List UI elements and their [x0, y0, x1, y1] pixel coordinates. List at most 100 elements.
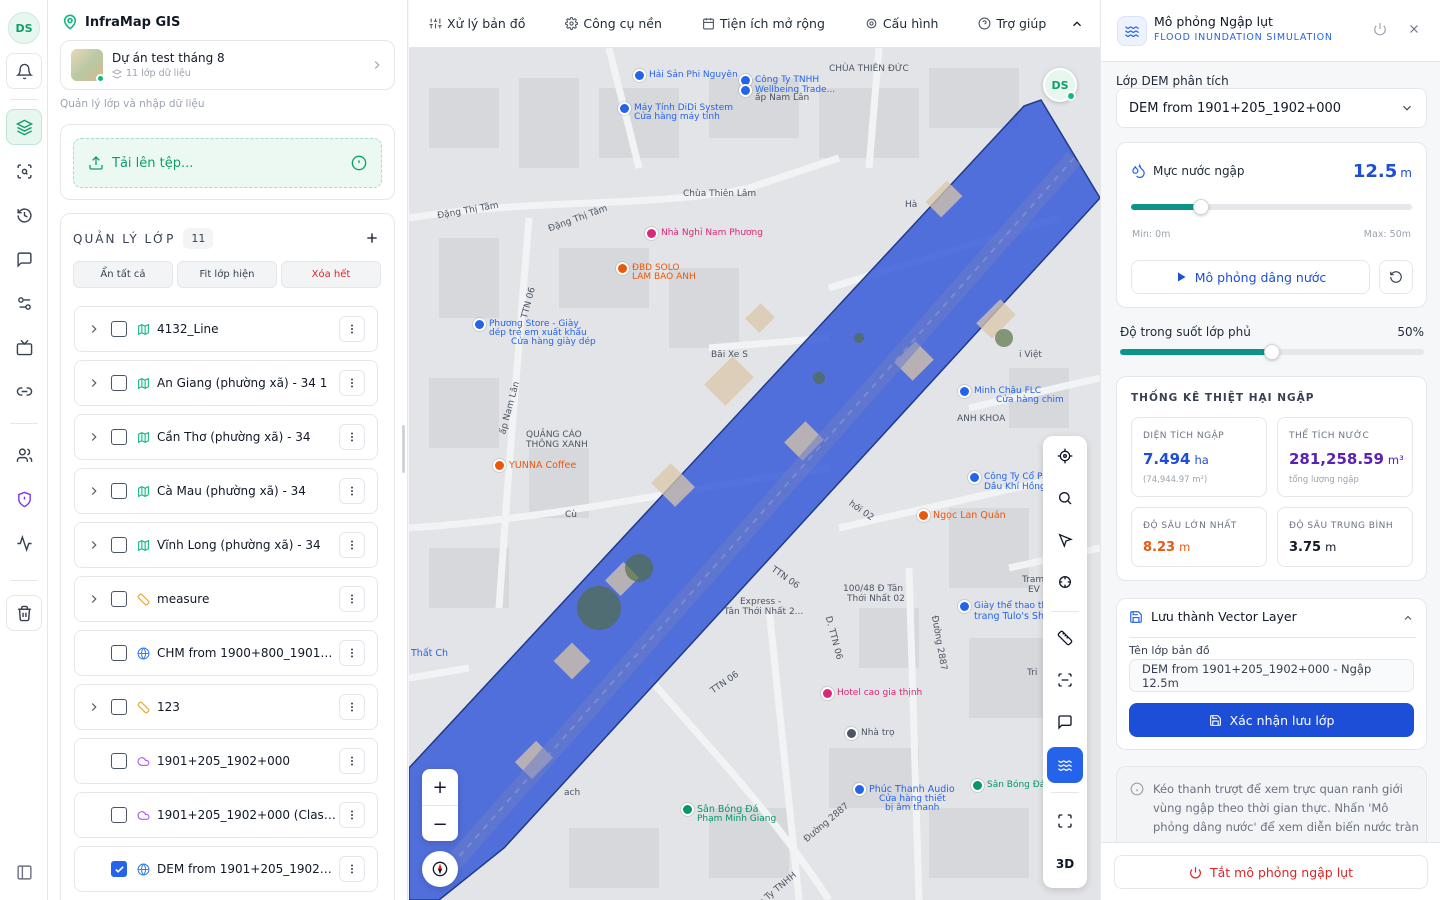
power-icon[interactable]	[1373, 22, 1387, 36]
map-place-label[interactable]: Công Ty Cổ P	[984, 472, 1042, 482]
layer-visibility-checkbox[interactable]	[111, 537, 127, 553]
map-place-label[interactable]: Cửa hàng giày dép	[511, 337, 596, 347]
chevron-up-icon[interactable]	[1070, 17, 1084, 31]
map-poi-marker-icon[interactable]	[473, 318, 486, 331]
map-poi-marker-icon[interactable]	[958, 385, 971, 398]
layer-row[interactable]: CHM from 1900+800_1901+205	[74, 630, 378, 676]
map-poi-marker-icon[interactable]	[739, 84, 752, 97]
layer-row[interactable]: 1901+205_1902+000	[74, 738, 378, 784]
user-avatar[interactable]: DS	[8, 12, 40, 44]
map-poi-marker-icon[interactable]	[853, 783, 866, 796]
fullscreen-icon[interactable]	[1047, 803, 1083, 839]
settings-sliders-icon[interactable]	[6, 285, 42, 321]
confirm-save-layer-button[interactable]: Xác nhận lưu lớp	[1129, 703, 1414, 737]
users-icon[interactable]	[6, 437, 42, 473]
map-place-label[interactable]: Cửa hàng chim	[996, 395, 1064, 405]
map-place-label[interactable]: i Việt	[1019, 350, 1042, 360]
map-place-label[interactable]: Tân Thới Nhất 2...	[724, 607, 803, 617]
opacity-slider[interactable]	[1120, 344, 1424, 360]
map-place-label[interactable]: Chùa Thiên Lâm	[683, 189, 756, 199]
locate-icon[interactable]	[1047, 438, 1083, 474]
upload-file-button[interactable]: Tải lên tệp...	[73, 138, 382, 188]
map-poi-marker-icon[interactable]	[681, 803, 694, 816]
reset-icon[interactable]	[1379, 260, 1413, 294]
map-place-label[interactable]: Phạm Minh Giang	[697, 814, 776, 824]
flood-waves-icon[interactable]	[1047, 747, 1083, 783]
map-poi-marker-icon[interactable]	[493, 459, 506, 472]
map-place-label[interactable]: Hải Sản Phi Nguyên	[649, 70, 738, 80]
map-poi-marker-icon[interactable]	[616, 262, 629, 275]
map-place-label[interactable]: ach	[564, 788, 580, 798]
zoom-out-button[interactable]: −	[422, 806, 458, 842]
map-place-label[interactable]: YUNNA Coffee	[509, 460, 576, 471]
map-place-label[interactable]: 100/48 Đ Tân	[843, 584, 903, 594]
layer-row[interactable]: Cà Mau (phường xã) - 34	[74, 468, 378, 514]
chevron-right-icon[interactable]	[87, 538, 101, 552]
disable-flood-simulation-button[interactable]: Tắt mô phỏng ngập lụt	[1114, 855, 1428, 889]
layer-row[interactable]: Vĩnh Long (phường xã) - 34	[74, 522, 378, 568]
info-icon[interactable]	[351, 155, 367, 171]
crosshair-icon[interactable]	[1047, 564, 1083, 600]
map-user-avatar[interactable]: DS	[1043, 68, 1077, 102]
map-place-label[interactable]: Cù	[565, 510, 577, 520]
map-place-label[interactable]: Giày thể thao thi	[974, 601, 1050, 611]
map-poi-marker-icon[interactable]	[968, 471, 981, 484]
map-place-label[interactable]: Cửa hàng máy tính	[634, 112, 720, 122]
map-canvas[interactable]: Hải Sản Phi Nguyên Công Ty TNHH Wellbeing …	[409, 48, 1100, 900]
map-poi-marker-icon[interactable]	[645, 227, 658, 240]
chevron-right-icon[interactable]	[87, 430, 101, 444]
menu-base-tools[interactable]: Công cụ nền	[525, 16, 662, 31]
history-icon[interactable]	[6, 197, 42, 233]
water-level-slider[interactable]	[1131, 199, 1412, 215]
layer-visibility-checkbox[interactable]	[111, 483, 127, 499]
map-poi-marker-icon[interactable]	[971, 779, 984, 792]
chevron-right-icon[interactable]	[87, 376, 101, 390]
layer-row[interactable]: 1901+205_1902+000 (Classifie...	[74, 792, 378, 838]
sidebar-resize-handle[interactable]	[402, 425, 405, 473]
map-place-label[interactable]: LAM BAO ANH	[632, 272, 696, 282]
map-place-label[interactable]: bị âm thanh	[885, 803, 939, 813]
map-poi-marker-icon[interactable]	[821, 687, 834, 700]
layer-row[interactable]: DEM from 1901+205_1902+000	[74, 846, 378, 892]
map-poi-marker-icon[interactable]	[845, 727, 858, 740]
layer-visibility-checkbox[interactable]	[111, 807, 127, 823]
area-measure-icon[interactable]	[1047, 662, 1083, 698]
scan-search-icon[interactable]	[6, 153, 42, 189]
map-place-label[interactable]: Dầu Khí Hồng	[984, 482, 1046, 492]
trash-icon[interactable]	[6, 595, 42, 631]
close-icon[interactable]	[1407, 22, 1421, 36]
menu-extensions[interactable]: Tiện ích mở rộng	[662, 16, 825, 31]
map-poi-marker-icon[interactable]	[633, 69, 646, 82]
layer-visibility-checkbox[interactable]	[111, 699, 127, 715]
map-place-label[interactable]: trang Tulo's Sho	[974, 611, 1050, 622]
map-place-label[interactable]: Express -	[740, 597, 781, 607]
search-icon[interactable]	[1047, 480, 1083, 516]
layer-menu-icon[interactable]	[339, 748, 365, 774]
layer-row[interactable]: An Giang (phường xã) - 34 1	[74, 360, 378, 406]
map-place-label[interactable]: ấp Nam Lân	[755, 93, 809, 103]
chevron-right-icon[interactable]	[87, 322, 101, 336]
map-place-label[interactable]: CHÙA THIÊN ĐỨC	[829, 64, 909, 74]
map-place-label[interactable]: QUẢNG CÁO	[526, 430, 582, 440]
layer-menu-icon[interactable]	[339, 316, 365, 342]
chevron-right-icon[interactable]	[87, 592, 101, 606]
clear-all-button[interactable]: Xóa hết	[281, 261, 381, 288]
chevron-right-icon[interactable]	[87, 484, 101, 498]
map-place-label[interactable]: Hotel cao gia thịnh	[837, 688, 922, 698]
map-place-label[interactable]: Nhà trọ	[861, 728, 895, 738]
dem-layer-select[interactable]: DEM from 1901+205_1902+000	[1116, 88, 1427, 128]
menu-help[interactable]: Trợ giúp	[938, 16, 1046, 31]
chevron-up-icon[interactable]	[1402, 612, 1414, 624]
zoom-in-button[interactable]: +	[422, 769, 458, 805]
layer-row[interactable]: measure	[74, 576, 378, 622]
project-selector[interactable]: Dự án test tháng 8 11 lớp dữ liệu	[60, 40, 395, 90]
map-place-label[interactable]: Công Ty TNHH	[755, 75, 819, 85]
layer-visibility-checkbox[interactable]	[111, 321, 127, 337]
layer-visibility-checkbox[interactable]	[111, 861, 127, 877]
layer-row[interactable]: Cần Thơ (phường xã) - 34	[74, 414, 378, 460]
toggle-3d-button[interactable]: 3D	[1047, 846, 1083, 882]
layer-menu-icon[interactable]	[339, 640, 365, 666]
map-poi-marker-icon[interactable]	[958, 600, 971, 613]
layer-row[interactable]: 123	[74, 684, 378, 730]
link-icon[interactable]	[6, 373, 42, 409]
